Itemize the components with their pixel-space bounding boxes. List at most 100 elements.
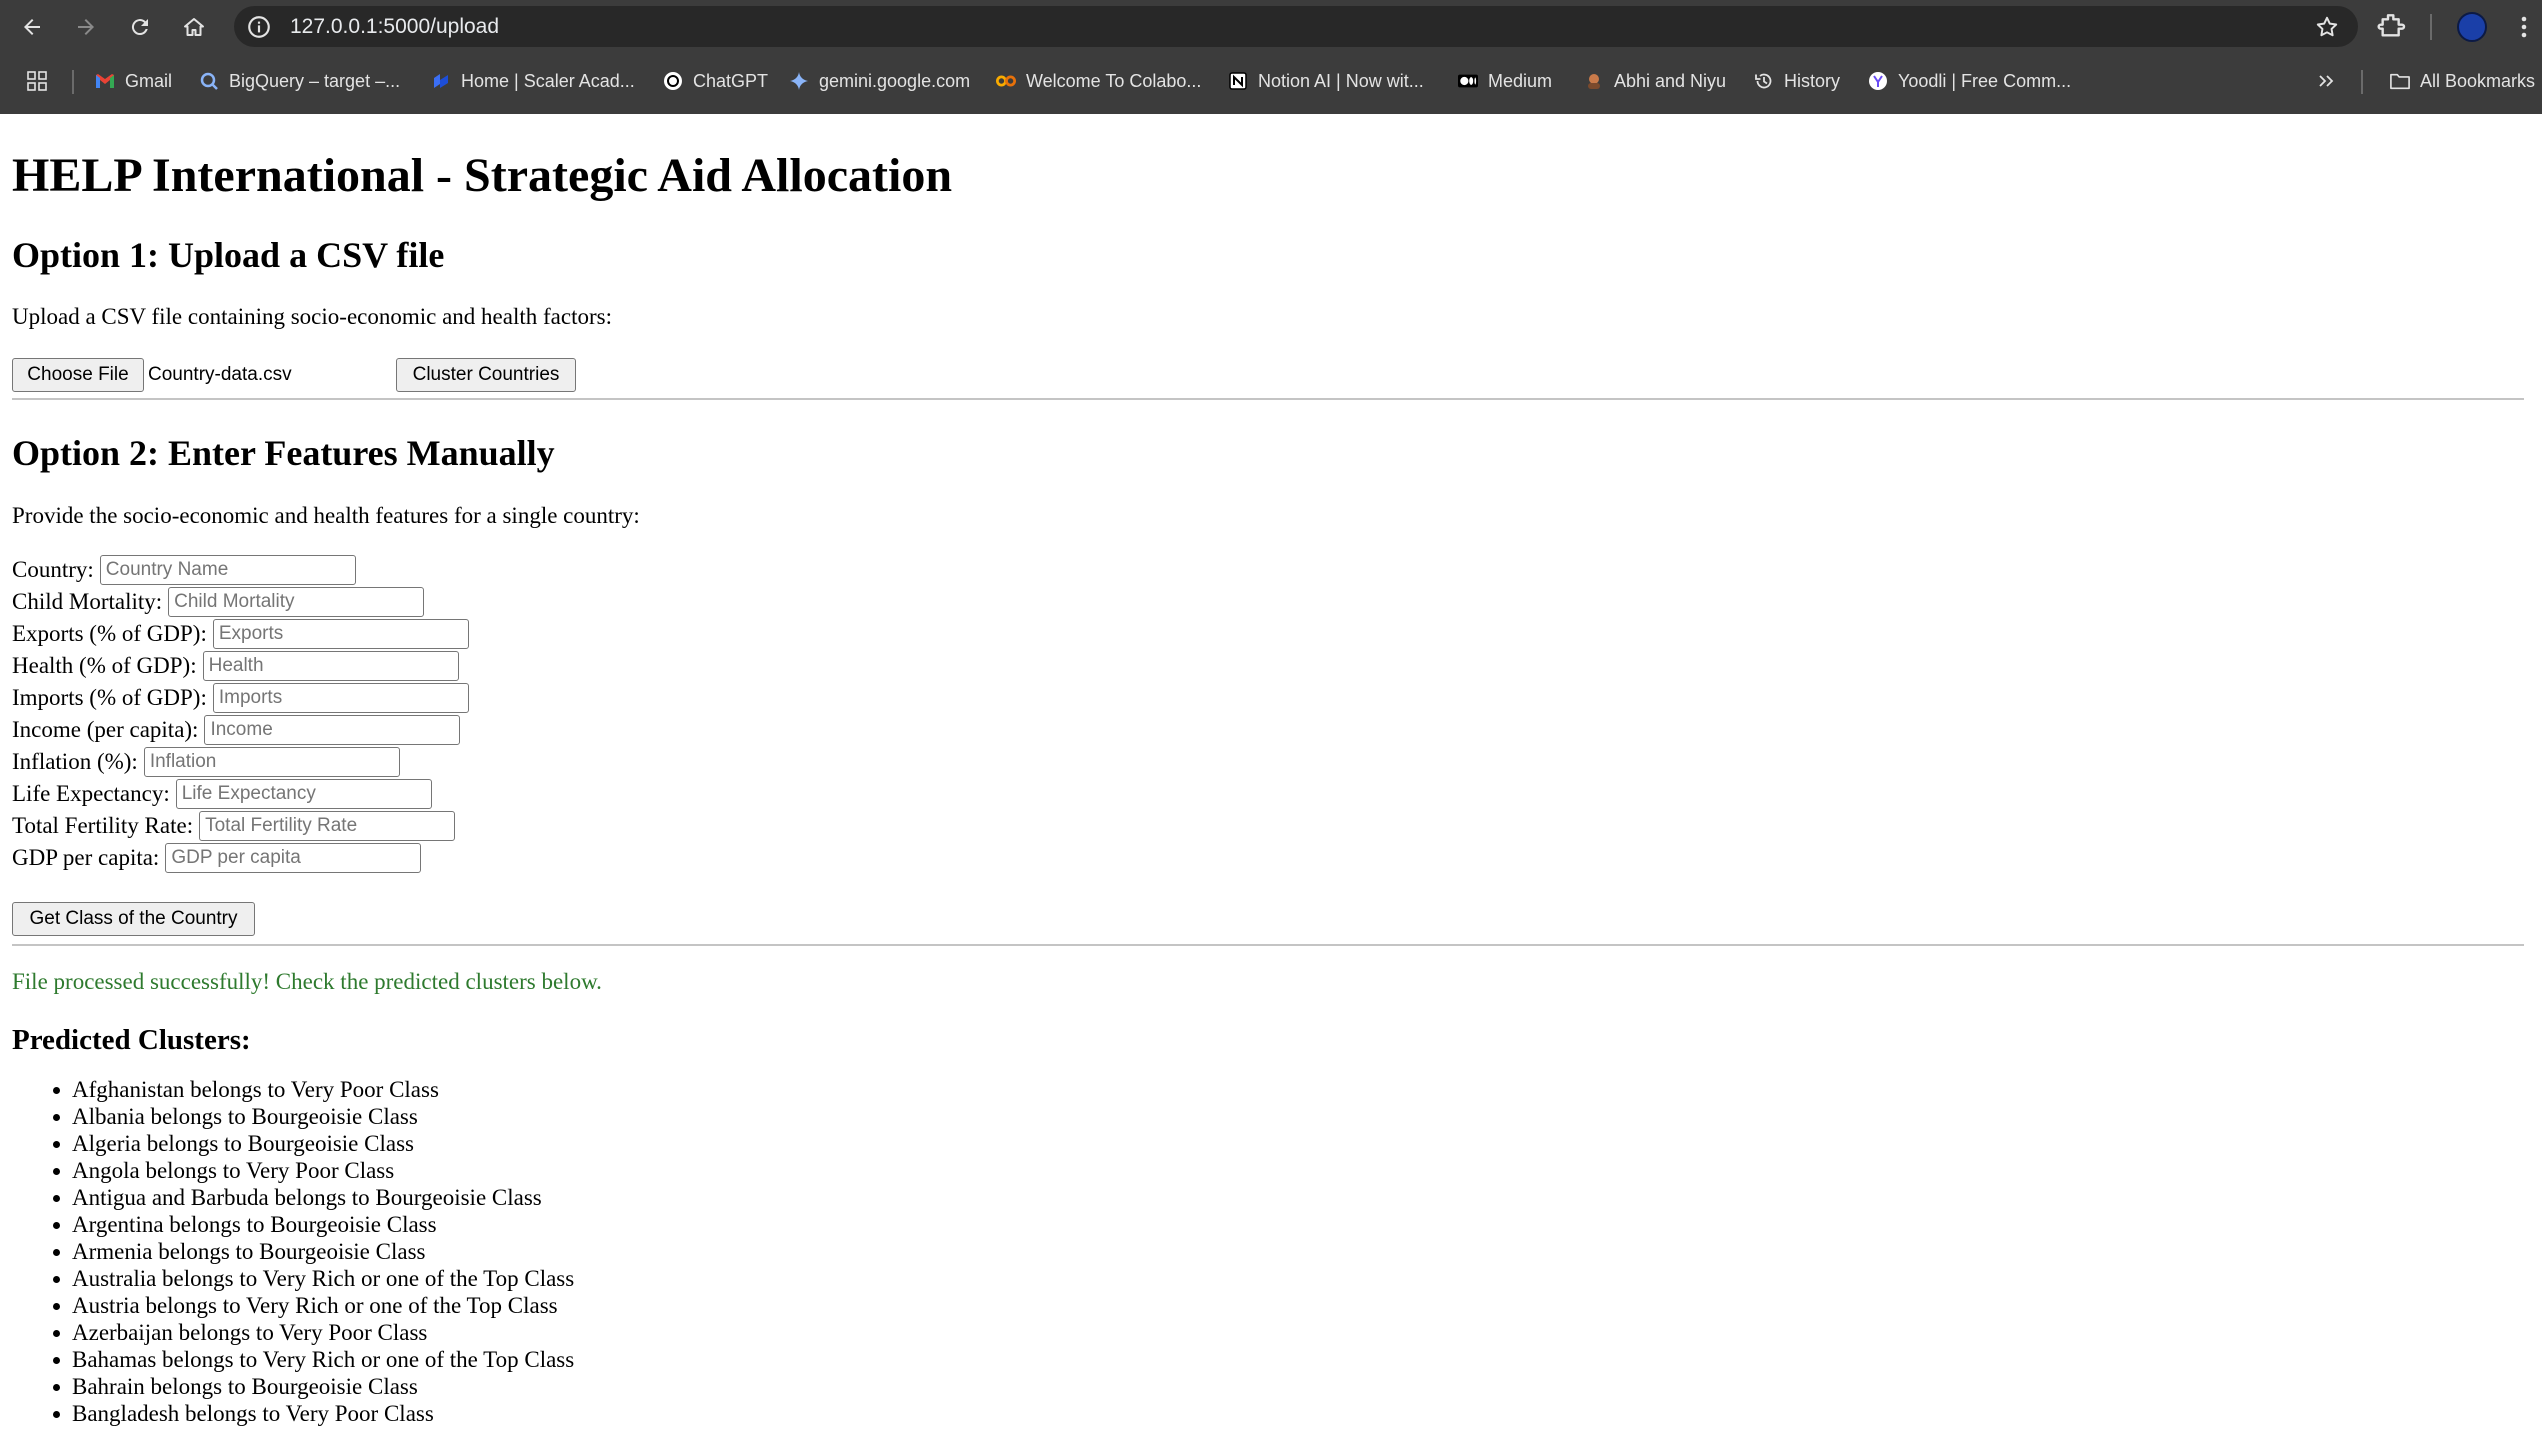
- gemini-icon: [789, 71, 809, 91]
- bookmarks-divider: [2361, 70, 2363, 94]
- bookmark-label: Abhi and Niyu: [1614, 70, 1727, 91]
- gdp-per-capita-input[interactable]: [165, 843, 422, 873]
- predicted-clusters-list: Afghanistan belongs to Very Poor Class A…: [0, 1076, 574, 1427]
- cluster-result-item: Bangladesh belongs to Very Poor Class: [52, 1400, 574, 1427]
- cluster-result-item: Afghanistan belongs to Very Poor Class: [52, 1076, 574, 1103]
- address-bar[interactable]: 127.0.0.1:5000/upload: [234, 6, 2358, 47]
- bookmark-label: Yoodli | Free Comm...: [1898, 70, 2072, 91]
- bookmark-label: Home | Scaler Acad...: [461, 70, 635, 91]
- all-bookmarks-label: All Bookmarks: [2420, 70, 2536, 91]
- gmail-icon: [95, 71, 115, 91]
- imports-label: Imports (% of GDP):: [12, 685, 207, 710]
- country-field-row: Country:: [12, 554, 356, 586]
- results-heading: Predicted Clusters:: [12, 1024, 251, 1056]
- bookmark-label: BigQuery – target –...: [229, 70, 401, 91]
- health-input[interactable]: [202, 651, 459, 681]
- page-content: HELP International - Strategic Aid Alloc…: [0, 114, 2542, 1440]
- apps-grid-icon[interactable]: [26, 60, 48, 102]
- site-info-icon[interactable]: [246, 14, 272, 40]
- child-mortality-input[interactable]: [168, 587, 425, 617]
- exports-input[interactable]: [212, 619, 469, 649]
- cluster-result-item: Argentina belongs to Bourgeoisie Class: [52, 1211, 574, 1238]
- cluster-result-item: Algeria belongs to Bourgeoisie Class: [52, 1130, 574, 1157]
- bookmark-medium[interactable]: Medium: [1458, 60, 1552, 102]
- gdp-per-capita-label: GDP per capita:: [12, 845, 160, 870]
- scaler-icon: [431, 71, 451, 91]
- page-title: HELP International - Strategic Aid Alloc…: [12, 149, 953, 202]
- imports-input[interactable]: [212, 683, 469, 713]
- total-fertility-rate-field-row: Total Fertility Rate:: [12, 810, 456, 842]
- cluster-countries-button[interactable]: Cluster Countries: [396, 358, 576, 392]
- income-label: Income (per capita):: [12, 717, 199, 742]
- bookmark-label: Notion AI | Now wit...: [1258, 70, 1424, 91]
- more-menu-icon[interactable]: [2514, 12, 2534, 42]
- bookmark-colab[interactable]: Welcome To Colabo...: [996, 60, 1201, 102]
- bookmark-gemini[interactable]: gemini.google.com: [789, 60, 970, 102]
- cluster-result-item: Austria belongs to Very Rich or one of t…: [52, 1292, 574, 1319]
- bookmarks-bar: Gmail BigQuery – target –... Home | Scal…: [0, 60, 2542, 102]
- photo-icon: [1584, 71, 1604, 91]
- cluster-result-item: Australia belongs to Very Rich or one of…: [52, 1266, 575, 1291]
- bookmark-scaler[interactable]: Home | Scaler Acad...: [431, 60, 635, 102]
- country-label: Country:: [12, 557, 94, 582]
- choose-file-button[interactable]: Choose File: [12, 358, 144, 392]
- bookmark-notion[interactable]: Notion AI | Now wit...: [1228, 60, 1424, 102]
- section-divider: [12, 944, 2524, 946]
- url-text[interactable]: 127.0.0.1:5000/upload: [290, 6, 499, 47]
- inflation-input[interactable]: [143, 747, 400, 777]
- bookmark-abhi-niyu[interactable]: Abhi and Niyu: [1584, 60, 1726, 102]
- bookmark-bigquery[interactable]: BigQuery – target –...: [199, 60, 400, 102]
- inflation-label: Inflation (%):: [12, 749, 138, 774]
- cluster-result-item: Bahrain belongs to Bourgeoisie Class: [52, 1373, 574, 1400]
- bookmark-yoodli[interactable]: Yoodli | Free Comm...: [1868, 60, 2071, 102]
- toolbar-divider: [2430, 14, 2432, 40]
- cluster-result-item: Armenia belongs to Bourgeoisie Class: [52, 1238, 574, 1265]
- child-mortality-field-row: Child Mortality:: [12, 586, 425, 618]
- back-icon[interactable]: [14, 9, 50, 45]
- exports-field-row: Exports (% of GDP):: [12, 618, 469, 650]
- reload-icon[interactable]: [122, 9, 158, 45]
- child-mortality-label: Child Mortality:: [12, 589, 163, 614]
- bookmark-gmail[interactable]: Gmail: [95, 60, 172, 102]
- all-bookmarks-folder[interactable]: All Bookmarks: [2390, 60, 2535, 102]
- total-fertility-rate-input[interactable]: [199, 811, 456, 841]
- income-input[interactable]: [204, 715, 461, 745]
- profile-avatar[interactable]: [2457, 12, 2487, 42]
- bookmark-label: ChatGPT: [693, 70, 769, 91]
- health-label: Health (% of GDP):: [12, 653, 197, 678]
- browser-chrome: 127.0.0.1:5000/upload Gmail BigQuery – t…: [0, 0, 2542, 114]
- bigquery-icon: [199, 71, 219, 91]
- bookmark-label: gemini.google.com: [819, 70, 971, 91]
- cluster-result-item: Azerbaijan belongs to Very Poor Class: [52, 1319, 574, 1346]
- bookmarks-divider: [72, 70, 74, 94]
- bookmark-history[interactable]: History: [1754, 60, 1840, 102]
- total-fertility-rate-label: Total Fertility Rate:: [12, 813, 194, 838]
- bookmark-chatgpt[interactable]: ChatGPT: [663, 60, 768, 102]
- notion-icon: [1228, 71, 1248, 91]
- bookmark-label: History: [1784, 70, 1841, 91]
- life-expectancy-input[interactable]: [175, 779, 432, 809]
- get-class-button[interactable]: Get Class of the Country: [12, 902, 255, 936]
- life-expectancy-label: Life Expectancy:: [12, 781, 170, 806]
- option1-heading: Option 1: Upload a CSV file: [12, 235, 445, 275]
- more-bookmarks-chevron-icon[interactable]: [2316, 60, 2336, 102]
- imports-field-row: Imports (% of GDP):: [12, 682, 469, 714]
- extensions-icon[interactable]: [2376, 10, 2408, 42]
- country-input[interactable]: [99, 555, 356, 585]
- cluster-result-item: Antigua and Barbuda belongs to Bourgeois…: [52, 1184, 574, 1211]
- folder-icon: [2390, 71, 2410, 91]
- cluster-result-item: Angola belongs to Very Poor Class: [52, 1157, 574, 1184]
- option2-heading: Option 2: Enter Features Manually: [12, 433, 555, 473]
- bookmark-star-icon[interactable]: [2314, 14, 2340, 40]
- life-expectancy-field-row: Life Expectancy:: [12, 778, 432, 810]
- option2-description: Provide the socio-economic and health fe…: [12, 503, 640, 528]
- bookmark-label: Gmail: [125, 70, 173, 91]
- gdp-per-capita-field-row: GDP per capita:: [12, 842, 422, 874]
- selected-file-name: Country-data.csv: [148, 364, 292, 385]
- bookmark-label: Medium: [1488, 70, 1553, 91]
- inflation-field-row: Inflation (%):: [12, 746, 400, 778]
- option1-description: Upload a CSV file containing socio-econo…: [12, 304, 612, 329]
- forward-icon[interactable]: [68, 9, 104, 45]
- home-icon[interactable]: [176, 9, 212, 45]
- chatgpt-icon: [663, 71, 683, 91]
